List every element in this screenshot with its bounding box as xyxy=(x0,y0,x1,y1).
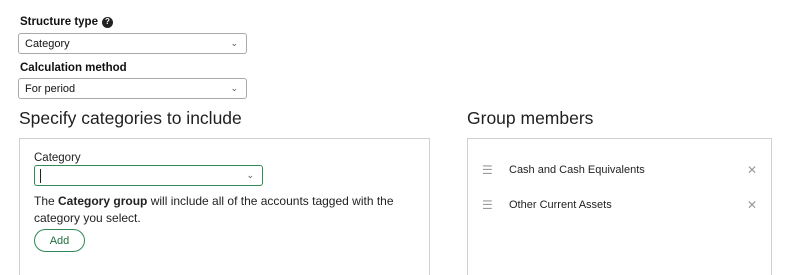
close-icon[interactable]: ✕ xyxy=(747,163,757,177)
group-members-title: Group members xyxy=(467,108,594,128)
chevron-down-icon: ⌄ xyxy=(230,38,238,48)
drag-handle-icon[interactable]: ☰ xyxy=(482,163,504,177)
add-button[interactable]: Add xyxy=(34,229,85,252)
structure-type-label: Structure type ? xyxy=(20,16,113,28)
chevron-down-icon: ⌄ xyxy=(230,83,238,93)
calculation-method-label-text: Calculation method xyxy=(20,62,127,74)
help-text-bold: Category group xyxy=(58,194,148,208)
calculation-method-label: Calculation method xyxy=(20,62,127,74)
group-member-label: Cash and Cash Equivalents xyxy=(509,164,645,176)
drag-handle-icon[interactable]: ☰ xyxy=(482,198,504,212)
chevron-down-icon: ⌄ xyxy=(246,170,254,180)
calculation-method-value: For period xyxy=(25,82,76,95)
category-select[interactable]: ⌄ xyxy=(34,165,263,186)
help-text-prefix: The xyxy=(34,194,59,208)
categories-section-title: Specify categories to include xyxy=(19,108,242,128)
structure-type-label-text: Structure type xyxy=(20,16,98,28)
text-cursor xyxy=(40,169,41,183)
group-member-item: ☰ Other Current Assets ✕ xyxy=(482,195,757,215)
structure-type-value: Category xyxy=(25,37,70,50)
close-icon[interactable]: ✕ xyxy=(747,198,757,212)
group-member-item: ☰ Cash and Cash Equivalents ✕ xyxy=(482,160,757,180)
category-field-label: Category xyxy=(34,152,81,164)
group-member-label: Other Current Assets xyxy=(509,199,612,211)
structure-type-select[interactable]: Category ⌄ xyxy=(18,33,247,54)
question-circle-icon[interactable]: ? xyxy=(101,16,113,28)
category-help-text: The Category group will include all of t… xyxy=(34,193,426,227)
calculation-method-select[interactable]: For period ⌄ xyxy=(18,78,247,99)
